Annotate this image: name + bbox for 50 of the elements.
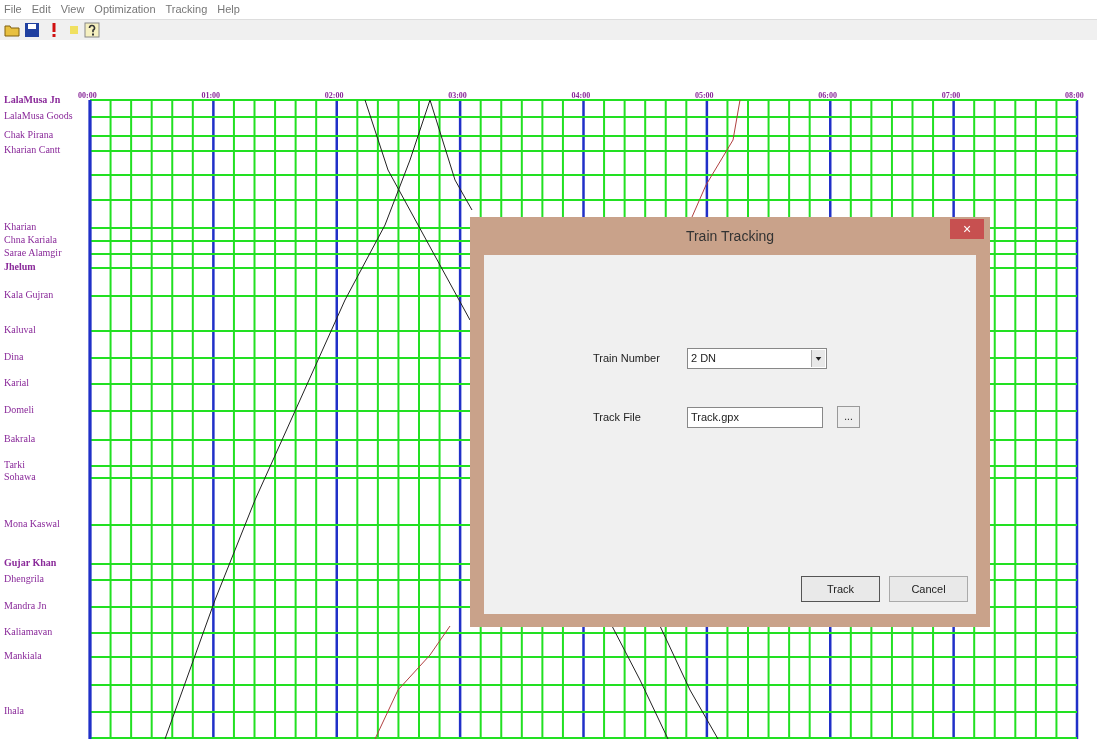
time-label: 05:00 <box>694 92 714 100</box>
menu-item[interactable]: Optimization <box>94 1 156 18</box>
time-label: 04:00 <box>571 92 591 100</box>
dialog-button[interactable]: Track <box>801 576 880 602</box>
time-label: 08:00 <box>1065 92 1084 100</box>
exclamation-icon[interactable] <box>50 22 58 38</box>
time-label: 06:00 <box>818 92 837 100</box>
close-button[interactable]: × <box>950 219 984 239</box>
station-label: Kaliamavan <box>4 627 53 637</box>
station-label: Dina <box>4 352 24 362</box>
station-label: Jhelum <box>4 262 36 272</box>
time-label: 02:00 <box>324 92 344 100</box>
dialog-button[interactable]: Cancel <box>889 576 968 602</box>
browse-button[interactable]: ... <box>837 406 860 428</box>
time-label: 00:00 <box>78 92 97 100</box>
time-label: 01:00 <box>201 92 221 100</box>
station-label: Gujar Khan <box>4 558 57 568</box>
time-label: 07:00 <box>941 92 961 100</box>
train-number-dropdown[interactable]: 2 DN <box>687 347 827 369</box>
menu-item[interactable]: File <box>4 1 22 18</box>
dialog-title: Train Tracking <box>685 226 775 246</box>
menu-item[interactable]: Tracking <box>165 1 208 18</box>
station-label: Chna Kariala <box>4 235 58 245</box>
station-label: LalaMusa Jn <box>4 95 61 105</box>
field-label: Train Number <box>593 350 661 366</box>
field-label: Track File <box>593 409 642 425</box>
station-label: Bakrala <box>4 434 36 444</box>
station-label: Kaluval <box>4 325 36 335</box>
save-icon[interactable] <box>24 22 40 38</box>
station-label: Chak Pirana <box>4 130 54 140</box>
station-label: Karial <box>4 378 29 388</box>
menu-item[interactable]: View <box>60 1 85 18</box>
station-label: Dhengrila <box>4 574 44 584</box>
station-label: Mankiala <box>4 651 42 661</box>
station-label: Sohawa <box>4 472 36 482</box>
station-label: Domeli <box>4 405 34 415</box>
time-label: 03:00 <box>448 92 467 100</box>
station-label: LalaMusa Goods <box>4 111 73 121</box>
station-label: Sarae Alamgir <box>4 248 62 258</box>
menu-item[interactable]: Edit <box>31 1 51 18</box>
station-label: Tarki <box>4 460 25 470</box>
station-label: Kharian Cantt <box>4 145 61 155</box>
station-label: Mandra Jn <box>4 601 47 611</box>
track-file-input[interactable]: Track.gpx <box>687 406 823 428</box>
help-icon[interactable] <box>84 22 100 38</box>
station-label: Kala Gujran <box>4 290 54 300</box>
menu-item[interactable]: Help <box>217 1 240 18</box>
station-label: Ihala <box>4 706 24 716</box>
station-label: Mona Kaswal <box>4 519 60 529</box>
station-label: Kharian <box>4 222 37 232</box>
